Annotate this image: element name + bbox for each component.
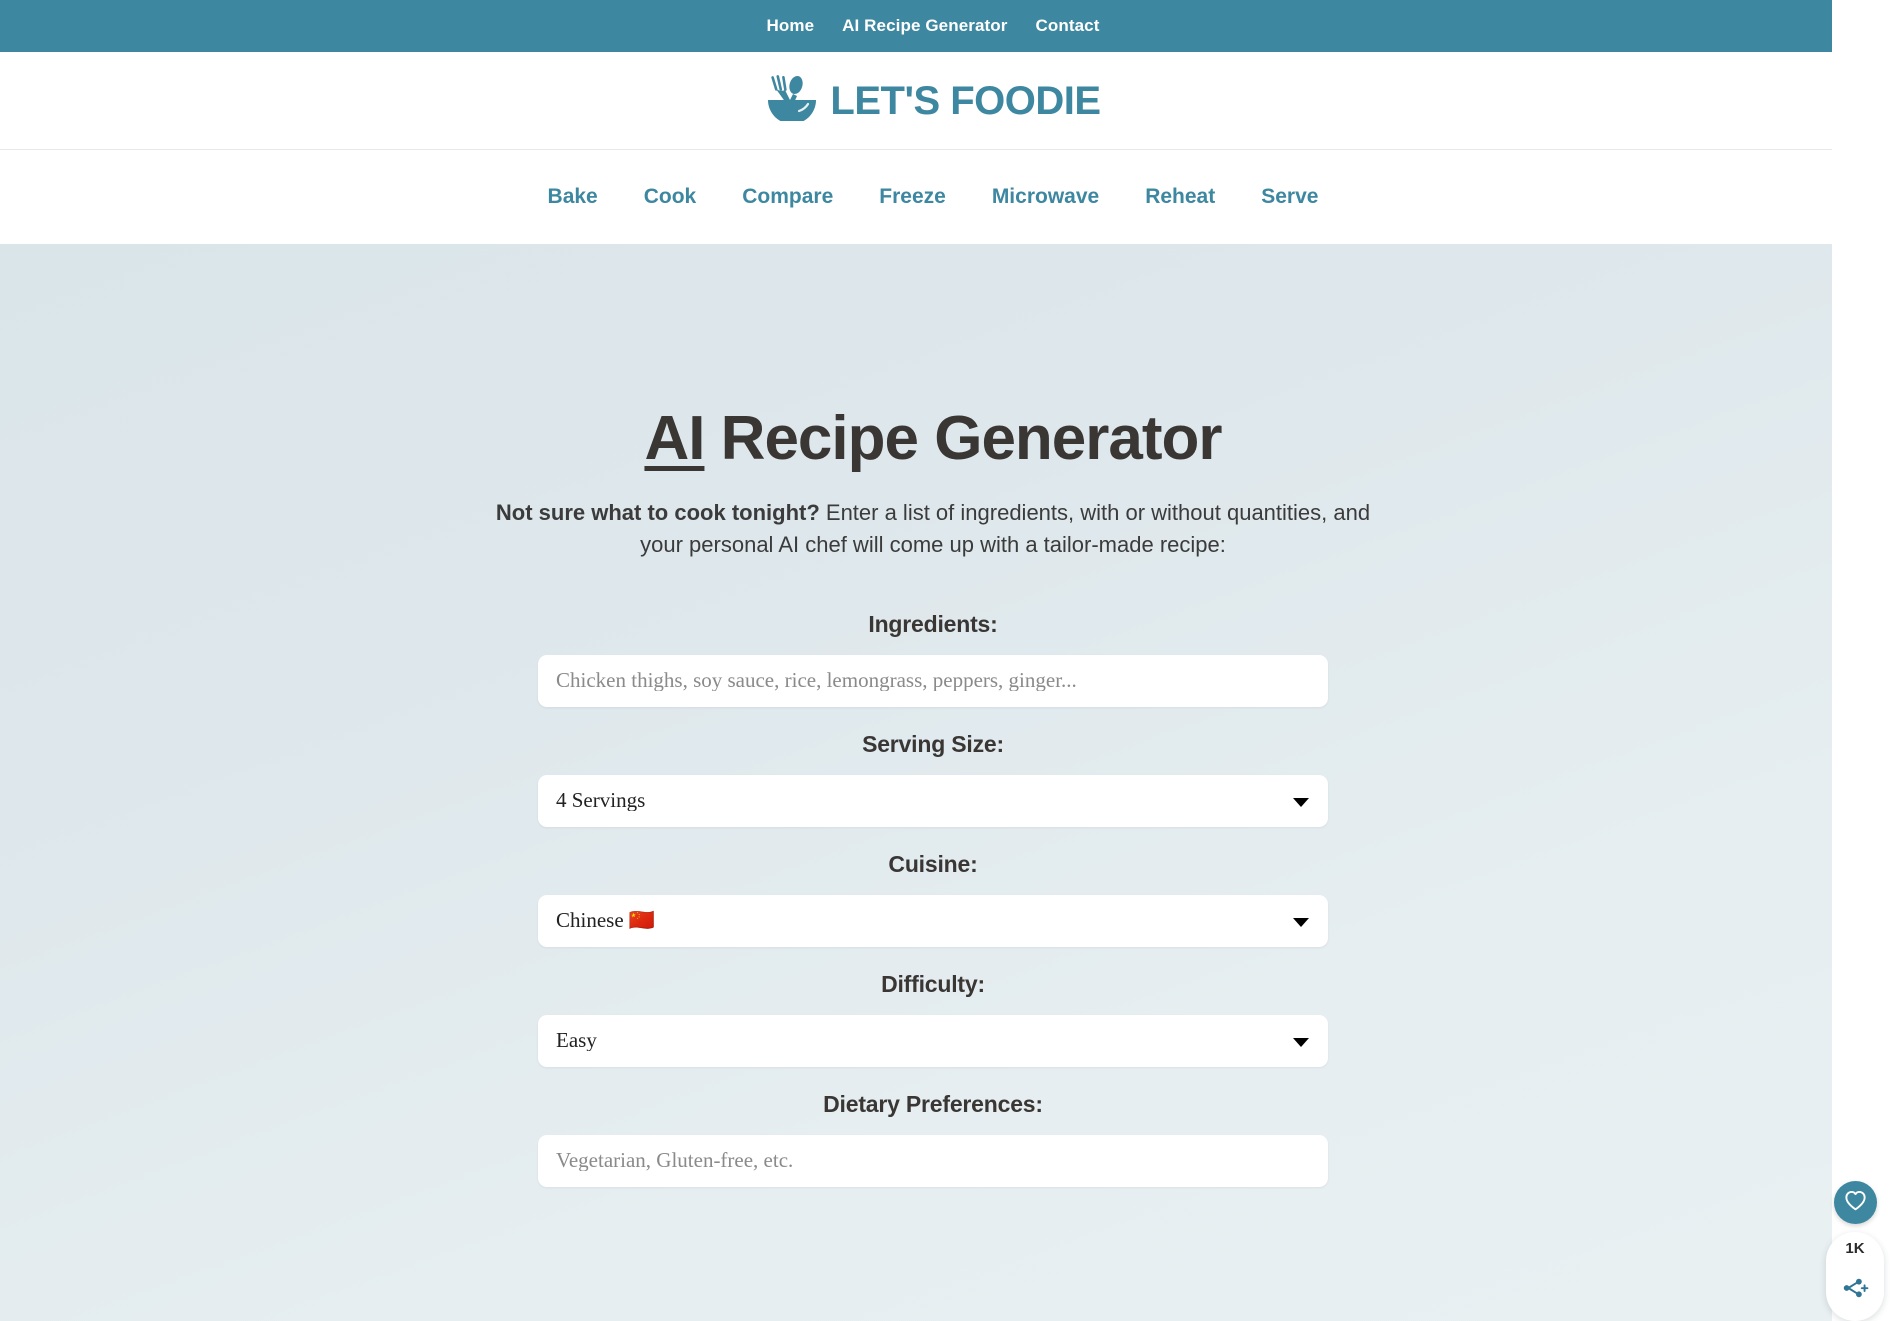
page-subtitle: Not sure what to cook tonight? Enter a l… — [483, 497, 1383, 561]
hero-section: AI Recipe Generator Not sure what to coo… — [0, 244, 1866, 1321]
chevron-down-icon — [1293, 917, 1309, 927]
top-utility-nav: Home AI Recipe Generator Contact — [0, 0, 1866, 52]
topbar-link-ai-recipe-generator[interactable]: AI Recipe Generator — [842, 16, 1007, 36]
nav-item-cook[interactable]: Cook — [621, 185, 720, 209]
chevron-down-icon — [1293, 1037, 1309, 1047]
dietary-preferences-placeholder: Vegetarian, Gluten-free, etc. — [556, 1150, 794, 1172]
field-difficulty: Difficulty: Easy — [538, 971, 1328, 1067]
fork-spoon-bowl-icon — [765, 75, 819, 126]
page-title: AI Recipe Generator — [644, 404, 1223, 473]
nav-item-microwave[interactable]: Microwave — [969, 185, 1122, 209]
ingredients-input[interactable]: Chicken thighs, soy sauce, rice, lemongr… — [538, 654, 1328, 707]
chevron-down-icon — [1293, 797, 1309, 807]
share-count: 1K — [1845, 1240, 1865, 1257]
difficulty-value: Easy — [556, 1030, 597, 1052]
ingredients-placeholder: Chicken thighs, soy sauce, rice, lemongr… — [556, 670, 1077, 692]
page-title-rest: Recipe Generator — [704, 404, 1223, 473]
difficulty-select[interactable]: Easy — [538, 1014, 1328, 1067]
floating-social-widget: 1K — [1824, 1181, 1886, 1321]
nav-item-serve[interactable]: Serve — [1238, 185, 1341, 209]
label-serving-size: Serving Size: — [862, 730, 1004, 757]
nav-item-compare[interactable]: Compare — [719, 185, 856, 209]
heart-icon — [1844, 1190, 1867, 1216]
topbar-link-contact[interactable]: Contact — [1036, 16, 1100, 36]
serving-size-value: 4 Servings — [556, 790, 646, 812]
recipe-generator-form: Ingredients: Chicken thighs, soy sauce, … — [538, 611, 1328, 1195]
field-serving-size: Serving Size: 4 Servings — [538, 731, 1328, 827]
logo-band: LET'S FOODIE — [0, 52, 1866, 150]
nav-item-freeze[interactable]: Freeze — [856, 185, 969, 209]
scrollbar-gutter[interactable] — [1832, 0, 1866, 1321]
field-dietary-preferences: Dietary Preferences: Vegetarian, Gluten-… — [538, 1091, 1328, 1187]
share-plus-icon — [1841, 1275, 1869, 1306]
field-cuisine: Cuisine: Chinese 🇨🇳 — [538, 851, 1328, 947]
label-cuisine: Cuisine: — [888, 850, 978, 877]
nav-item-reheat[interactable]: Reheat — [1122, 185, 1238, 209]
nav-item-bake[interactable]: Bake — [525, 185, 621, 209]
page-root: Home AI Recipe Generator Contact LET'S F… — [0, 0, 1866, 1321]
label-ingredients: Ingredients: — [868, 610, 998, 637]
label-difficulty: Difficulty: — [881, 970, 985, 997]
label-dietary-preferences: Dietary Preferences: — [823, 1090, 1043, 1117]
logo-wordmark: LET'S FOODIE — [830, 78, 1101, 123]
page-title-underlined-word: AI — [644, 404, 705, 473]
topbar-link-home[interactable]: Home — [767, 16, 815, 36]
dietary-preferences-input[interactable]: Vegetarian, Gluten-free, etc. — [538, 1134, 1328, 1187]
field-ingredients: Ingredients: Chicken thighs, soy sauce, … — [538, 611, 1328, 707]
serving-size-select[interactable]: 4 Servings — [538, 774, 1328, 827]
page-subtitle-lead: Not sure what to cook tonight? — [495, 500, 820, 526]
favorite-button[interactable] — [1833, 1181, 1877, 1224]
share-stack: 1K — [1826, 1232, 1884, 1321]
site-logo[interactable]: LET'S FOODIE — [765, 75, 1101, 126]
share-button[interactable] — [1832, 1267, 1878, 1313]
cuisine-value: Chinese 🇨🇳 — [556, 910, 656, 932]
cuisine-select[interactable]: Chinese 🇨🇳 — [538, 894, 1328, 947]
category-nav: Bake Cook Compare Freeze Microwave Rehea… — [0, 150, 1866, 244]
